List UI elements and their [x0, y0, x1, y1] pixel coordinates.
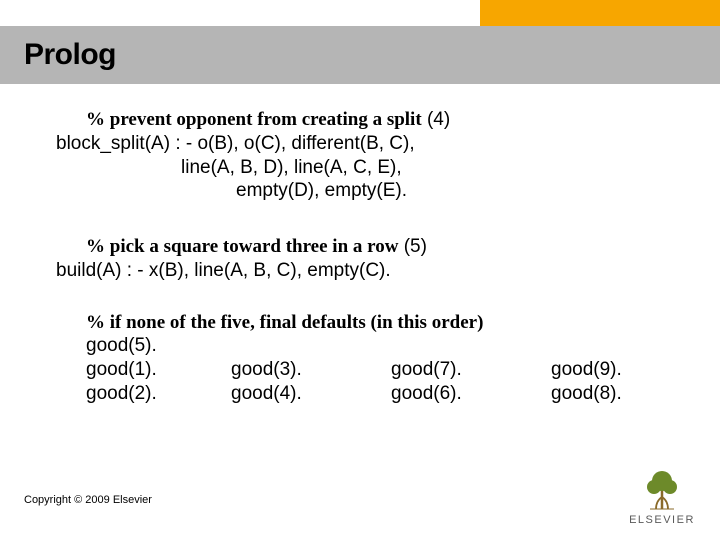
code-cell: good(4).	[231, 382, 391, 406]
code-cell: good(6).	[391, 382, 551, 406]
comment-text: % pick a square toward three in a row	[86, 236, 398, 257]
code-line: line(A, B, D), line(A, C, E),	[56, 156, 690, 180]
elsevier-tree-icon	[640, 467, 684, 511]
code-block-1: % prevent opponent from creating a split…	[56, 108, 690, 203]
code-cell: good(7).	[391, 358, 551, 382]
title-bar: Prolog	[0, 26, 720, 84]
code-block-2: % pick a square toward three in a row (5…	[56, 235, 690, 283]
rule-index: (5)	[398, 236, 427, 257]
code-line: build(A) : - x(B), line(A, B, C), empty(…	[56, 259, 690, 283]
comment-text: % if none of the five, final defaults (i…	[86, 311, 690, 335]
slide-title: Prolog	[0, 38, 116, 72]
publisher-name: ELSEVIER	[622, 514, 702, 526]
code-cell: good(8).	[551, 382, 671, 406]
slide-content: % prevent opponent from creating a split…	[56, 100, 690, 406]
code-row: good(1). good(3). good(7). good(9).	[86, 358, 690, 382]
code-row: good(5).	[86, 334, 690, 358]
code-cell: good(9).	[551, 358, 671, 382]
code-line: empty(D), empty(E).	[56, 179, 690, 203]
code-cell: good(1).	[86, 358, 231, 382]
code-line: block_split(A) : - o(B), o(C), different…	[56, 132, 690, 156]
top-accent-bar	[480, 0, 720, 26]
code-cell: good(2).	[86, 382, 231, 406]
rule-index: (4)	[422, 109, 451, 130]
code-block-3: % if none of the five, final defaults (i…	[86, 311, 690, 406]
comment-text: % prevent opponent from creating a split	[86, 109, 422, 130]
publisher-logo: ELSEVIER	[622, 467, 702, 526]
code-cell: good(3).	[231, 358, 391, 382]
code-row: good(2). good(4). good(6). good(8).	[86, 382, 690, 406]
copyright-text: Copyright © 2009 Elsevier	[24, 494, 152, 506]
code-cell: good(5).	[86, 334, 231, 358]
